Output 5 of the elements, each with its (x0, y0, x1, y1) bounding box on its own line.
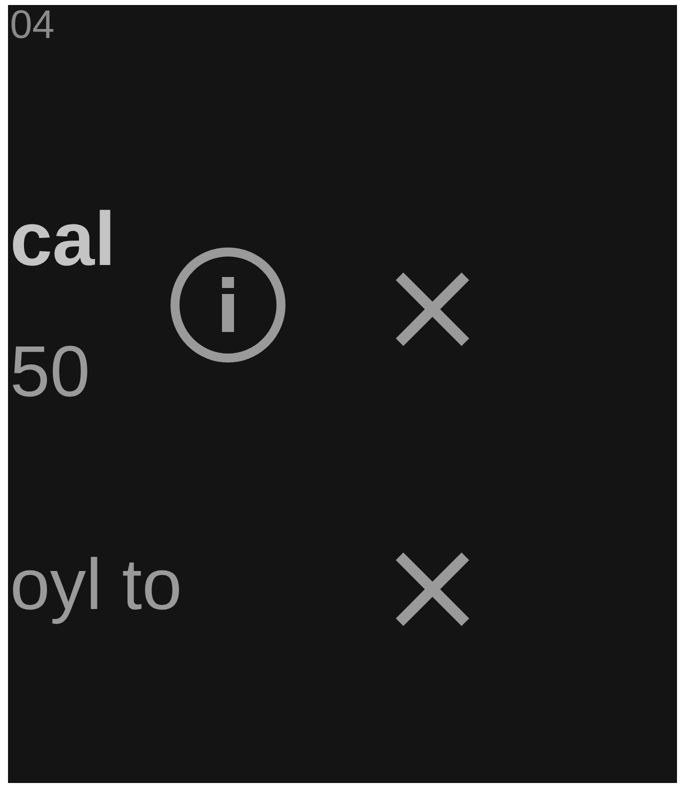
value-text: 04 (9, 5, 56, 45)
item-value: 50 (10, 336, 92, 408)
close-button[interactable]: × (378, 520, 487, 650)
close-button[interactable]: × (378, 240, 487, 370)
item-title: cal (10, 202, 117, 278)
